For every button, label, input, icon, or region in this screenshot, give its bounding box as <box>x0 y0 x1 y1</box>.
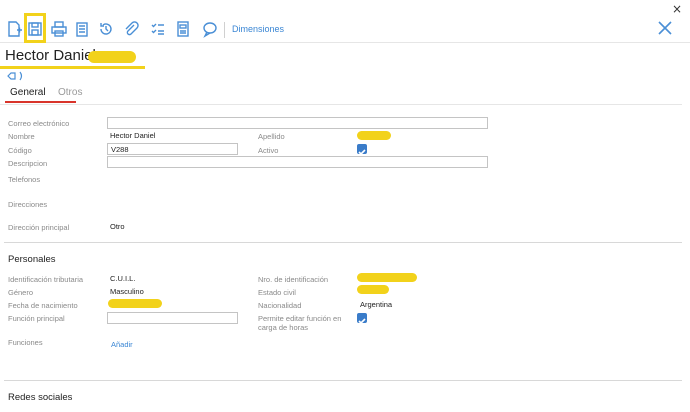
clipboard-icon[interactable] <box>72 19 92 39</box>
code-field[interactable]: V288 <box>107 143 238 155</box>
history-icon[interactable] <box>96 19 116 39</box>
id-number-redaction <box>357 273 417 282</box>
checklist-icon[interactable] <box>148 19 168 39</box>
tab-general[interactable]: General <box>10 87 46 98</box>
toolbar: Dimensiones <box>0 15 690 43</box>
comment-icon[interactable] <box>200 19 220 39</box>
tab-otros[interactable]: Otros <box>58 87 82 98</box>
dimensions-link[interactable]: Dimensiones <box>232 24 284 34</box>
section-divider <box>4 242 682 243</box>
id-number-label: Nro. de identificación <box>258 275 329 284</box>
page-title: Hector Daniel <box>5 47 96 64</box>
code-label: Código <box>8 146 32 155</box>
phones-label: Telefonos <box>8 175 41 184</box>
tax-id-label: Identificación tributaria <box>8 275 84 284</box>
new-document-icon[interactable] <box>4 19 24 39</box>
birth-date-redaction <box>108 299 162 308</box>
birth-date-label: Fecha de nacimiento <box>8 301 78 310</box>
surname-label: Apellido <box>258 132 285 141</box>
edit-function-label: Permite editar función en <box>258 314 342 323</box>
tabs-divider <box>0 104 682 105</box>
functions-label: Funciones <box>8 338 43 347</box>
edit-function-label-line2: carga de horas <box>258 323 309 332</box>
description-label: Descripcion <box>8 159 48 168</box>
save-highlight <box>24 13 46 43</box>
personales-title: Personales <box>8 254 56 265</box>
close-icon[interactable] <box>655 18 675 38</box>
tag-icon[interactable] <box>6 71 26 84</box>
surname-redaction <box>357 131 391 140</box>
email-field[interactable] <box>107 117 488 129</box>
tabs: General Otros <box>0 85 690 103</box>
nationality-label: Nacionalidad <box>258 301 302 310</box>
toolbar-separator <box>224 22 225 38</box>
redaction-mark <box>88 51 136 63</box>
attach-icon[interactable] <box>121 19 141 39</box>
active-tab-indicator <box>5 101 76 103</box>
name-label: Nombre <box>8 132 35 141</box>
email-label: Correo electrónico <box>8 119 70 128</box>
window-close-icon[interactable]: × <box>672 2 682 16</box>
active-label: Activo <box>258 146 279 155</box>
section-divider-social <box>4 380 682 381</box>
active-checkbox[interactable] <box>357 144 367 156</box>
gender-label: Género <box>8 288 34 297</box>
main-function-field[interactable] <box>107 312 238 324</box>
main-address-label: Dirección principal <box>8 223 70 232</box>
name-value: Hector Daniel <box>110 131 156 140</box>
civil-status-label: Estado civil <box>258 288 296 297</box>
addresses-label: Direcciones <box>8 200 48 209</box>
civil-status-redaction <box>357 285 389 294</box>
print-icon[interactable] <box>49 19 69 39</box>
nationality-value: Argentina <box>360 300 393 309</box>
main-address-value: Otro <box>110 222 125 231</box>
main-function-label: Función principal <box>8 314 65 323</box>
gender-value: Masculino <box>110 287 144 296</box>
document-icon[interactable] <box>173 19 193 39</box>
add-function-link[interactable]: Añadir <box>111 340 133 349</box>
tax-id-value: C.U.I.L. <box>110 274 136 283</box>
title-highlight <box>0 66 145 69</box>
description-field[interactable] <box>107 156 488 168</box>
edit-function-checkbox[interactable] <box>357 313 367 325</box>
social-title: Redes sociales <box>8 392 73 403</box>
